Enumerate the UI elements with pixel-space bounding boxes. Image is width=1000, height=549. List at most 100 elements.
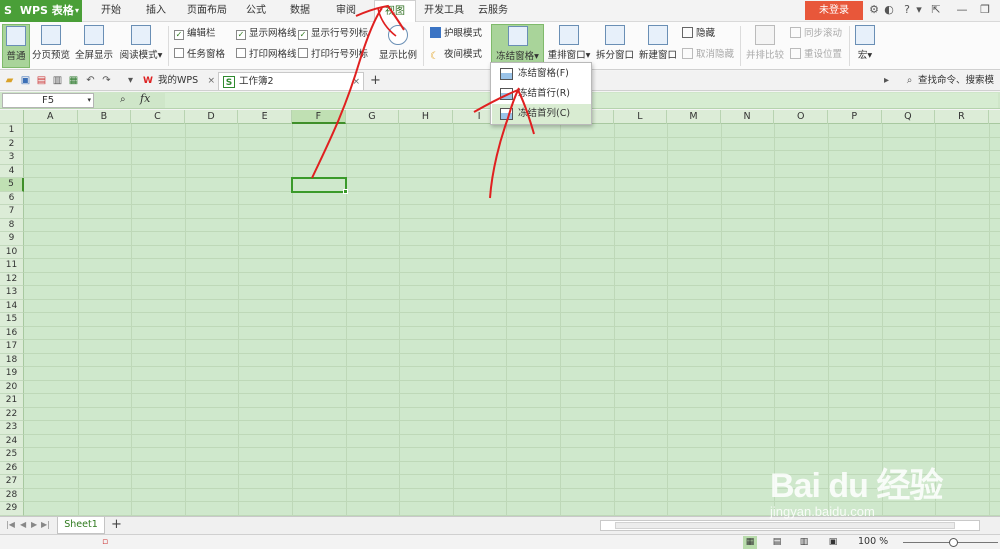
scrollbar-thumb[interactable] [615, 522, 955, 529]
fill-handle[interactable] [342, 188, 348, 194]
chevron-down-icon[interactable]: ▾ [912, 3, 926, 17]
row-header-9[interactable]: 9 [0, 232, 24, 246]
skin-icon[interactable]: ⚙ [867, 3, 881, 17]
column-header-e[interactable]: E [238, 110, 292, 124]
spreadsheet-grid[interactable]: ABCDEFGHIJKLMNOPQR 123456789101112131415… [0, 110, 1000, 516]
row-header-17[interactable]: 17 [0, 340, 24, 354]
column-header-a[interactable]: A [24, 110, 78, 124]
night-mode-toggle[interactable]: ☾ 夜间模式 [430, 48, 482, 62]
row-header-19[interactable]: 19 [0, 367, 24, 381]
app-menu-button[interactable]: S WPS 表格 ▾ [0, 0, 82, 22]
row-header-22[interactable]: 22 [0, 407, 24, 421]
restore-window-icon[interactable]: ⇱ [929, 3, 943, 17]
row-header-12[interactable]: 12 [0, 272, 24, 286]
normal-view-button[interactable]: 普通 [2, 24, 30, 68]
row-header-11[interactable]: 11 [0, 259, 24, 273]
page-break-preview-button[interactable]: 分页预览 [31, 24, 71, 68]
tab-view[interactable]: 视图 [374, 0, 416, 23]
row-header-4[interactable]: 4 [0, 164, 24, 178]
page-layout-view-icon[interactable]: ▤ [770, 536, 784, 549]
print-icon[interactable]: ▥ [51, 74, 64, 87]
menu-item-freeze-panes[interactable]: 冻结窗格(F) [492, 64, 591, 84]
row-header-25[interactable]: 25 [0, 448, 24, 462]
row-header-26[interactable]: 26 [0, 461, 24, 475]
menu-item-freeze-first-column[interactable]: 冻结首列(C) [492, 104, 591, 124]
print-preview-icon[interactable]: ▦ [67, 74, 80, 87]
add-sheet-icon[interactable]: + [111, 518, 122, 532]
row-header-23[interactable]: 23 [0, 421, 24, 435]
row-header-3[interactable]: 3 [0, 151, 24, 165]
edit-bar-toggle[interactable]: ✓ 编辑栏 [174, 27, 216, 41]
column-header-h[interactable]: H [399, 110, 453, 124]
normal-view-icon[interactable]: ▦ [743, 536, 757, 549]
tab-my-wps[interactable]: W 我的WPS × [138, 72, 218, 90]
reset-position-button[interactable]: 重设位置 [790, 48, 842, 62]
tab-developer[interactable]: 开发工具 [421, 0, 467, 22]
column-header-m[interactable]: M [667, 110, 721, 124]
undo-icon[interactable]: ↶ [84, 74, 97, 87]
active-cell[interactable] [291, 177, 348, 194]
last-sheet-icon[interactable]: ▶| [41, 520, 50, 529]
row-header-20[interactable]: 20 [0, 380, 24, 394]
pin-icon[interactable]: ▸ [880, 74, 893, 87]
tab-page-layout[interactable]: 页面布局 [184, 0, 230, 22]
reading-mode-button[interactable]: 阅读模式▾ [117, 24, 165, 68]
next-sheet-icon[interactable]: ▶ [31, 520, 37, 529]
column-header-r[interactable]: R [935, 110, 989, 124]
chevron-down-icon[interactable]: ▾ [124, 74, 137, 87]
macro-button[interactable]: 宏▾ [853, 24, 877, 68]
minimize-icon[interactable]: — [955, 3, 969, 17]
row-header-16[interactable]: 16 [0, 326, 24, 340]
zoom-slider-knob[interactable] [949, 538, 958, 547]
new-window-button[interactable]: 新建窗口 [638, 24, 678, 68]
reading-view-icon[interactable]: ▣ [826, 536, 840, 549]
print-gridlines-toggle[interactable]: 打印网格线 [236, 48, 297, 62]
export-pdf-icon[interactable]: ▤ [35, 74, 48, 87]
redo-icon[interactable]: ↷ [100, 74, 113, 87]
column-header-q[interactable]: Q [882, 110, 936, 124]
magnifier-icon[interactable]: ⌕ [120, 94, 126, 105]
column-header-g[interactable]: G [346, 110, 400, 124]
column-header-p[interactable]: P [828, 110, 882, 124]
row-header-14[interactable]: 14 [0, 299, 24, 313]
zoom-button[interactable]: 显示比例 [378, 24, 418, 68]
task-pane-toggle[interactable]: 任务窗格 [174, 48, 225, 62]
column-header-n[interactable]: N [721, 110, 775, 124]
login-button[interactable]: 未登录 [805, 1, 863, 20]
sheet-tab[interactable]: Sheet1 [57, 517, 105, 534]
column-header-c[interactable]: C [131, 110, 185, 124]
row-header-2[interactable]: 2 [0, 137, 24, 151]
tab-home[interactable]: 开始 [96, 0, 126, 22]
add-tab-icon[interactable]: + [369, 74, 382, 87]
tab-cloud[interactable]: 云服务 [474, 0, 512, 22]
row-header-6[interactable]: 6 [0, 191, 24, 205]
tab-insert[interactable]: 插入 [141, 0, 171, 22]
row-header-15[interactable]: 15 [0, 313, 24, 327]
full-screen-button[interactable]: 全屏显示 [74, 24, 114, 68]
menu-item-freeze-top-row[interactable]: 冻结首行(R) [492, 84, 591, 104]
sync-scroll-button[interactable]: 同步滚动 [790, 27, 842, 41]
row-header-28[interactable]: 28 [0, 488, 24, 502]
row-header-10[interactable]: 10 [0, 245, 24, 259]
function-icon[interactable]: fx [140, 92, 150, 105]
prev-sheet-icon[interactable]: ◀ [20, 520, 26, 529]
tab-data[interactable]: 数据 [285, 0, 315, 22]
show-gridlines-toggle[interactable]: ✓ 显示网格线 [236, 27, 297, 41]
feedback-icon[interactable]: ◐ [882, 3, 896, 17]
row-header-24[interactable]: 24 [0, 434, 24, 448]
print-headings-toggle[interactable]: 打印行号列标 [298, 48, 368, 62]
hide-window-button[interactable]: 隐藏 [682, 27, 715, 41]
row-header-1[interactable]: 1 [0, 124, 24, 138]
macro-record-icon[interactable]: ▫ [98, 536, 112, 549]
column-header-b[interactable]: B [78, 110, 132, 124]
column-header-l[interactable]: L [614, 110, 668, 124]
row-header-7[interactable]: 7 [0, 205, 24, 219]
close-icon[interactable]: × [207, 72, 215, 90]
row-header-8[interactable]: 8 [0, 218, 24, 232]
row-header-5[interactable]: 5 [0, 178, 24, 192]
horizontal-scrollbar[interactable] [600, 520, 980, 531]
column-header-o[interactable]: O [774, 110, 828, 124]
tab-workbook2[interactable]: S 工作簿2 × [218, 72, 364, 90]
row-header-21[interactable]: 21 [0, 394, 24, 408]
unhide-window-button[interactable]: 取消隐藏 [682, 48, 734, 62]
